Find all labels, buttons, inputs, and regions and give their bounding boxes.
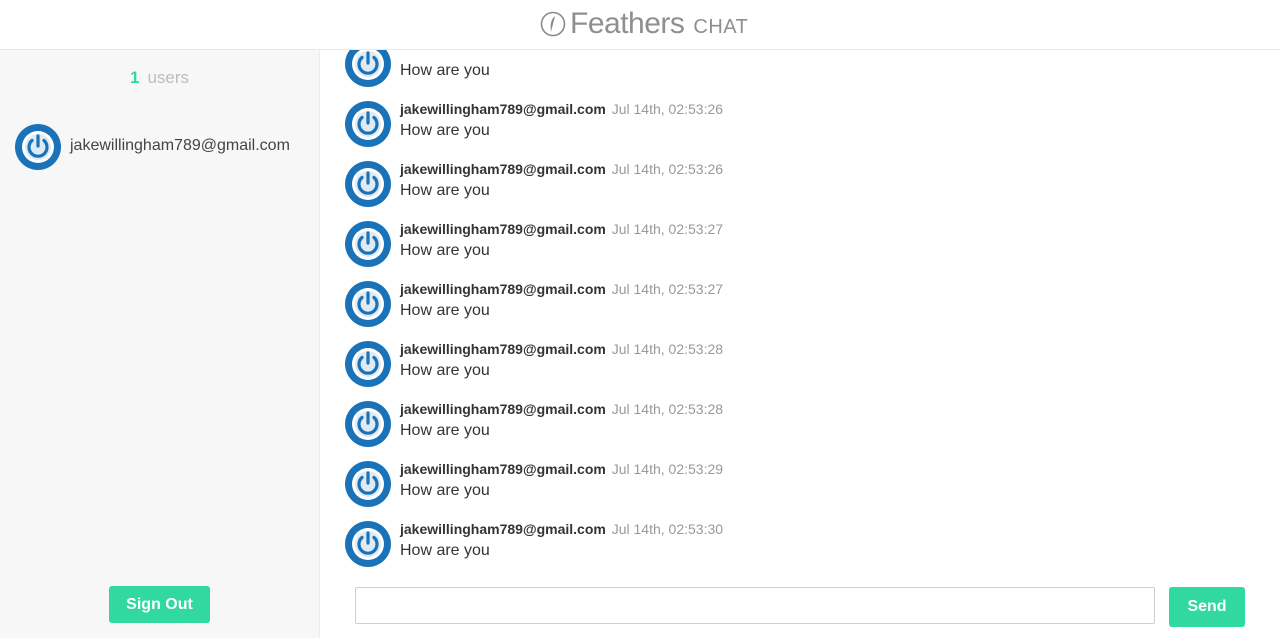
logo-name: Feathers: [570, 7, 685, 40]
message-header: jakewillingham789@gmail.com Jul 14th, 02…: [400, 281, 723, 297]
message-item: jakewillingham789@gmail.com Jul 14th, 02…: [320, 267, 1280, 327]
power-avatar-icon: [345, 341, 391, 387]
message-item: jakewillingham789@gmail.com Jul 14th, 02…: [320, 207, 1280, 267]
message-item: jakewillingham789@gmail.com Jul 14th, 02…: [320, 147, 1280, 207]
message-text: How are you: [400, 542, 490, 559]
message-header: jakewillingham789@gmail.com Jul 14th, 02…: [400, 461, 723, 477]
message-item: jakewillingham789@gmail.com Jul 14th, 02…: [320, 507, 1280, 567]
message-item: How are you: [320, 50, 1280, 87]
power-avatar-icon: [345, 401, 391, 447]
message-header: jakewillingham789@gmail.com Jul 14th, 02…: [400, 341, 723, 357]
message-timestamp: Jul 14th, 02:53:29: [611, 461, 724, 477]
message-text: How are you: [400, 362, 490, 379]
message-author: jakewillingham789@gmail.com: [400, 341, 606, 357]
message-item: jakewillingham789@gmail.com Jul 14th, 02…: [320, 327, 1280, 387]
power-avatar-icon: [345, 50, 391, 87]
message-header: jakewillingham789@gmail.com Jul 14th, 02…: [400, 161, 723, 177]
user-list-item[interactable]: jakewillingham789@gmail.com: [15, 124, 290, 170]
message-timestamp: Jul 14th, 02:53:30: [611, 521, 724, 537]
message-text: How are you: [400, 482, 490, 499]
power-avatar-icon: [345, 161, 391, 207]
app-header: Feathers CHAT: [0, 0, 1280, 50]
message-author: jakewillingham789@gmail.com: [400, 461, 606, 477]
user-count-number: 1: [129, 68, 140, 87]
message-header: [400, 50, 402, 57]
user-count: 1 users: [0, 68, 319, 88]
message-author: jakewillingham789@gmail.com: [400, 101, 606, 117]
message-author: jakewillingham789@gmail.com: [400, 221, 606, 237]
app-logo: Feathers CHAT: [540, 4, 748, 44]
message-timestamp: Jul 14th, 02:53:28: [611, 341, 724, 357]
message-composer: Send: [320, 578, 1280, 638]
user-email: jakewillingham789@gmail.com: [70, 137, 290, 154]
message-item: jakewillingham789@gmail.com Jul 14th, 02…: [320, 87, 1280, 147]
message-text: How are you: [400, 242, 490, 259]
logo-subtitle: CHAT: [693, 15, 749, 38]
message-timestamp: Jul 14th, 02:53:26: [611, 161, 724, 177]
message-text: How are you: [400, 302, 490, 319]
send-button[interactable]: Send: [1169, 587, 1245, 627]
message-item: jakewillingham789@gmail.com Jul 14th, 02…: [320, 447, 1280, 507]
power-avatar-icon: [345, 521, 391, 567]
message-input[interactable]: [355, 587, 1155, 624]
power-avatar-icon: [15, 124, 61, 170]
message-header: jakewillingham789@gmail.com Jul 14th, 02…: [400, 221, 723, 237]
message-header: jakewillingham789@gmail.com Jul 14th, 02…: [400, 101, 723, 117]
power-avatar-icon: [345, 101, 391, 147]
message-text: How are you: [400, 422, 490, 439]
message-author: jakewillingham789@gmail.com: [400, 281, 606, 297]
message-text: How are you: [400, 62, 490, 79]
message-list[interactable]: How are you jakewillingham789@gmail.com J…: [320, 50, 1280, 578]
message-author: jakewillingham789@gmail.com: [400, 161, 606, 177]
message-text: How are you: [400, 182, 490, 199]
power-avatar-icon: [345, 461, 391, 507]
message-item: jakewillingham789@gmail.com Jul 14th, 02…: [320, 387, 1280, 447]
sign-out-button[interactable]: Sign Out: [109, 586, 210, 623]
sidebar: 1 users jakewillingham789@gmail.com Sign …: [0, 50, 320, 638]
message-timestamp: Jul 14th, 02:53:26: [611, 101, 724, 117]
message-header: jakewillingham789@gmail.com Jul 14th, 02…: [400, 401, 723, 417]
power-avatar-icon: [345, 221, 391, 267]
feather-icon: [540, 11, 566, 37]
message-header: jakewillingham789@gmail.com Jul 14th, 02…: [400, 521, 723, 537]
message-timestamp: Jul 14th, 02:53:28: [611, 401, 724, 417]
message-author: jakewillingham789@gmail.com: [400, 401, 606, 417]
messages-container: How are you jakewillingham789@gmail.com J…: [320, 50, 1280, 567]
message-author: jakewillingham789@gmail.com: [400, 521, 606, 537]
user-count-label: users: [147, 68, 190, 87]
power-avatar-icon: [345, 281, 391, 327]
message-text: How are you: [400, 122, 490, 139]
message-timestamp: Jul 14th, 02:53:27: [611, 221, 724, 237]
message-timestamp: Jul 14th, 02:53:27: [611, 281, 724, 297]
